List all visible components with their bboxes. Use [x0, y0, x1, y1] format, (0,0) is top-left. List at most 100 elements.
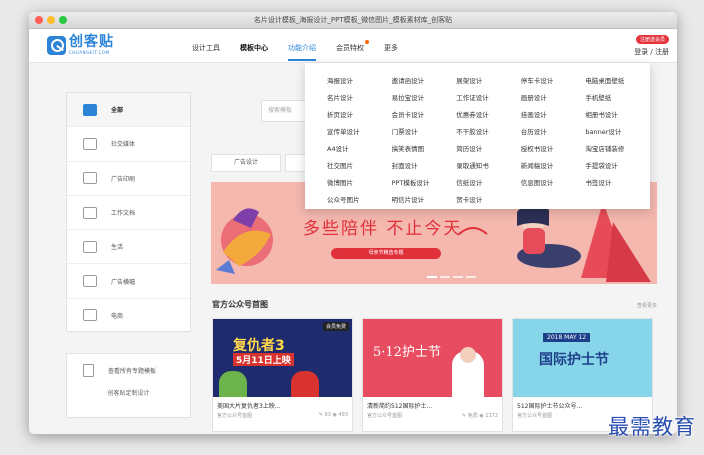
nurse-face-shape — [460, 347, 476, 363]
sidebar-item-label: 电商 — [111, 312, 124, 320]
nav-template-center[interactable]: 模板中心 — [240, 43, 268, 61]
card-image-sub: 5月11日上映 — [233, 353, 294, 366]
sidebar-item-documents[interactable]: 工作文档 — [67, 196, 190, 231]
sidebar-item-all[interactable]: 全部 — [67, 93, 190, 128]
sidebar-item-social[interactable]: 社交媒体 — [67, 127, 190, 162]
dropdown-menu-item[interactable]: 社交图片 — [327, 158, 392, 175]
nav-more[interactable]: 更多 — [384, 43, 398, 61]
dropdown-menu-item[interactable]: 海报设计 — [327, 73, 392, 90]
card-thumbnail: 5·12护士节 — [363, 319, 502, 397]
nav-design-tools[interactable]: 设计工具 — [192, 43, 220, 61]
features-dropdown-menu: 海报设计 邀请函设计 展架设计 停车卡设计 电脑桌面壁纸名片设计 易拉宝设计 工作证设计 画册… — [305, 63, 650, 209]
card-meta: 官方公众号首图 ✎ 免费 ◉ 1372 — [363, 410, 502, 421]
sidebar-item-banner[interactable]: 广告横幅 — [67, 264, 190, 299]
dropdown-menu-item[interactable]: 搞笑表情图 — [392, 141, 457, 158]
dropdown-menu-item[interactable]: 会员卡设计 — [392, 107, 457, 124]
coffee-icon — [83, 240, 97, 253]
dropdown-menu-item[interactable]: 折页设计 — [327, 107, 392, 124]
watermark: 最需教育 — [608, 415, 696, 439]
dropdown-menu-item[interactable]: 明信片设计 — [392, 192, 457, 209]
dropdown-menu-item[interactable]: 名片设计 — [327, 90, 392, 107]
logo-name: 创客贴 — [69, 34, 114, 50]
dropdown-menu-item[interactable]: A4设计 — [327, 141, 392, 158]
nav-features[interactable]: 功能介绍 — [288, 43, 316, 61]
template-card[interactable]: 5·12护士节 清新简约512国际护士... 官方公众号首图 ✎ 免费 ◉ 13… — [362, 318, 503, 432]
site-header: 创客贴 CHUANGKIT.COM 设计工具 模板中心 功能介绍 会员特权 更多… — [29, 29, 677, 63]
card-meta: 官方公众号首图 ✎ 93 ◉ 493 — [213, 410, 352, 421]
card-thumbnail: 会员免费 复仇者3 5月11日上映 — [213, 319, 352, 397]
card-thumbnail: 2018 MAY 12 国际护士节 — [513, 319, 652, 397]
card-stat-likes: 93 — [324, 412, 331, 418]
dropdown-menu-item[interactable]: 书签设计 — [585, 175, 650, 192]
dropdown-menu-item[interactable]: 优惠券设计 — [456, 107, 521, 124]
carousel-dots — [427, 276, 476, 278]
home-icon — [83, 103, 97, 116]
dropdown-menu-item[interactable]: 不干胶设计 — [456, 124, 521, 141]
dropdown-menu-item[interactable]: 手机壁纸 — [585, 90, 650, 107]
dropdown-menu-item[interactable]: PPT模板设计 — [392, 175, 457, 192]
dropdown-menu-item[interactable]: 授权书设计 — [521, 141, 586, 158]
vip-badge[interactable]: 注册送会员 — [635, 35, 669, 44]
hulk-shape — [219, 371, 247, 397]
dropdown-menu-item[interactable]: 封面设计 — [392, 158, 457, 175]
dropdown-menu-item[interactable]: 简历设计 — [456, 141, 521, 158]
section-more-link[interactable]: 查看更多 — [637, 302, 657, 309]
card-stat-views: 1372 — [485, 413, 498, 419]
card-stat-views: 493 — [338, 412, 348, 418]
logo-icon — [47, 35, 66, 55]
browser-window: 名片设计模板_海报设计_PPT模板_微信图片_模板素材库_创客贴 创客贴 CHU… — [29, 12, 677, 434]
social-icon — [83, 137, 97, 150]
card-source: 官方公众号首图 — [517, 413, 553, 419]
sidebar-item-print[interactable]: 广告印刷 — [67, 162, 190, 196]
dropdown-menu-item[interactable]: 电脑桌面壁纸 — [585, 73, 650, 90]
dropdown-menu-item[interactable]: 录取通知书 — [456, 158, 521, 175]
carousel-dot[interactable] — [466, 276, 476, 278]
section-title: 官方公众号首图 — [212, 300, 268, 309]
dropdown-menu-item — [521, 192, 586, 209]
sidebar-item-life[interactable]: 生活 — [67, 230, 190, 265]
sidebar-item-label: 广告印刷 — [111, 175, 136, 183]
dropdown-menu-item[interactable]: 微博图片 — [327, 175, 392, 192]
banner-icon — [83, 275, 97, 288]
carousel-dot[interactable] — [453, 276, 463, 278]
carousel-dot[interactable] — [440, 276, 450, 278]
dropdown-menu-item[interactable]: 宣传单设计 — [327, 124, 392, 141]
custom-design-link[interactable]: 创客贴定制设计 — [67, 388, 190, 397]
all-topics-link[interactable]: 查看所有专题模板 — [67, 354, 190, 386]
dropdown-menu-item[interactable]: 信纸设计 — [456, 175, 521, 192]
dropdown-menu-item[interactable]: 公众号图片 — [327, 192, 392, 209]
card-image-text: 国际护士节 — [539, 352, 609, 368]
card-source: 官方公众号首图 — [367, 413, 403, 419]
dropdown-menu-item[interactable]: 相册书设计 — [585, 107, 650, 124]
card-title: 美国大片复仇者3上映... — [217, 403, 281, 410]
shop-icon — [83, 309, 97, 322]
dropdown-menu-item[interactable]: 门票设计 — [392, 124, 457, 141]
card-image-sub: 2018 MAY 12 — [543, 333, 591, 342]
sidebar-item-label: 广告横幅 — [111, 278, 136, 286]
tab-ad-design[interactable]: 广告设计 — [211, 154, 281, 172]
dropdown-menu-item[interactable]: banner设计 — [585, 124, 650, 141]
template-card[interactable]: 会员免费 复仇者3 5月11日上映 美国大片复仇者3上映... 官方公众号首图 … — [212, 318, 353, 432]
card-image-text: 复仇者3 — [233, 338, 285, 354]
all-topics-label: 查看所有专题模板 — [108, 367, 157, 375]
dropdown-menu-item[interactable]: 易拉宝设计 — [392, 90, 457, 107]
dropdown-menu-item[interactable]: 新闻稿设计 — [521, 158, 586, 175]
dropdown-menu-item[interactable]: 展架设计 — [456, 73, 521, 90]
dropdown-menu-item[interactable]: 贺卡设计 — [456, 192, 521, 209]
dropdown-menu-item[interactable]: 挂画设计 — [521, 107, 586, 124]
dropdown-menu-item[interactable]: 台历设计 — [521, 124, 586, 141]
dropdown-menu-item[interactable]: 停车卡设计 — [521, 73, 586, 90]
login-register-link[interactable]: 登录 / 注册 — [634, 47, 669, 57]
dropdown-menu-item[interactable]: 工作证设计 — [456, 90, 521, 107]
sidebar-item-ecommerce[interactable]: 电商 — [67, 299, 190, 334]
logo[interactable]: 创客贴 CHUANGKIT.COM — [47, 35, 114, 55]
nav-vip[interactable]: 会员特权 — [336, 40, 369, 61]
dropdown-menu-item[interactable]: 邀请函设计 — [392, 73, 457, 90]
dropdown-menu-item[interactable]: 手提袋设计 — [585, 158, 650, 175]
dropdown-menu-item[interactable]: 信息图设计 — [521, 175, 586, 192]
title-bar: 名片设计模板_海报设计_PPT模板_微信图片_模板素材库_创客贴 — [29, 12, 677, 29]
carousel-dot[interactable] — [427, 276, 437, 278]
dropdown-menu-item[interactable]: 淘宝店铺装修 — [585, 141, 650, 158]
card-stats: ✎ 93 ◉ 493 — [318, 412, 348, 418]
dropdown-menu-item[interactable]: 画册设计 — [521, 90, 586, 107]
